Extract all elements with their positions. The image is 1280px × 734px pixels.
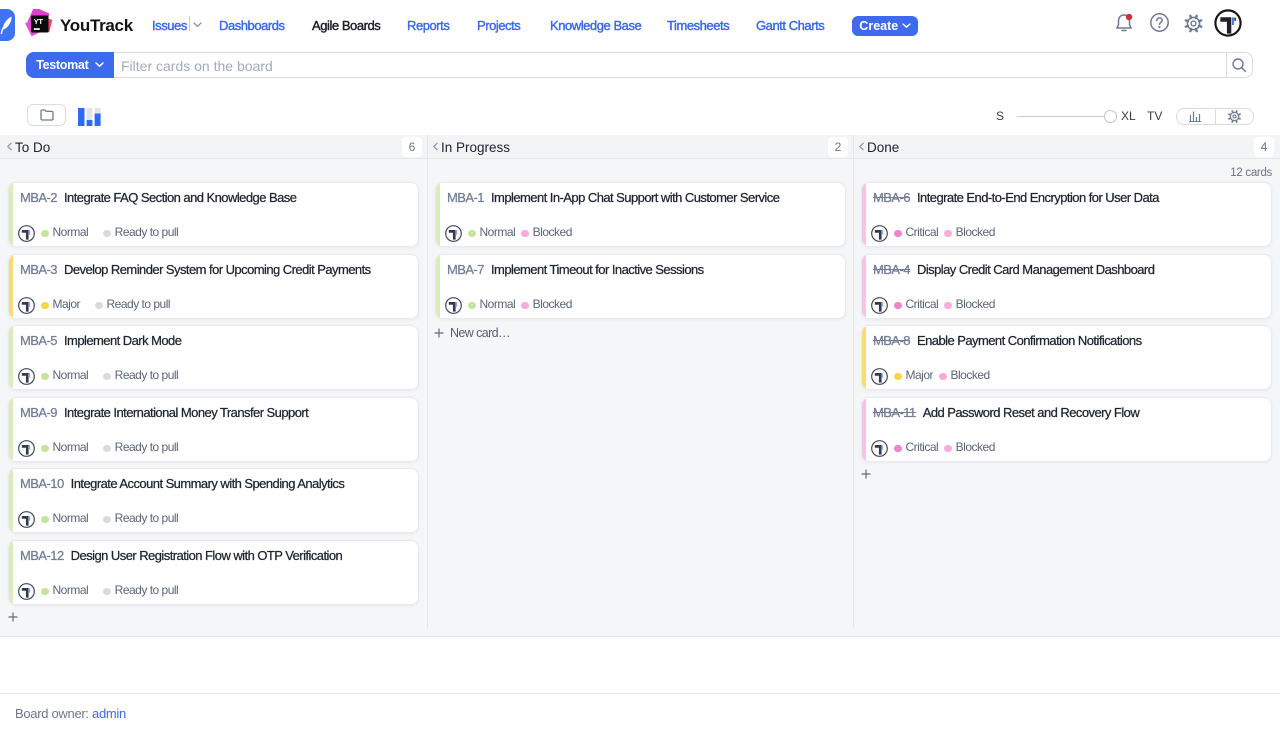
svg-text:YT: YT (34, 17, 44, 26)
